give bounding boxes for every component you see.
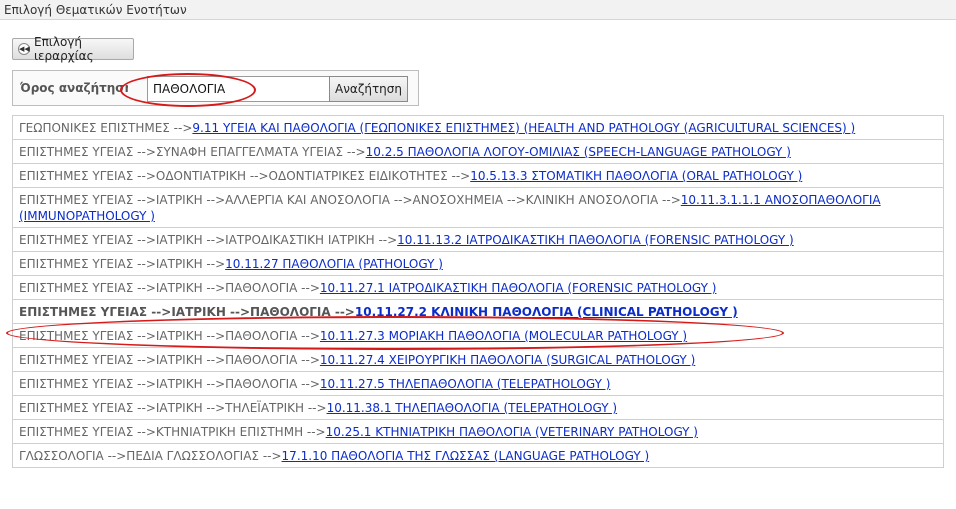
result-link[interactable]: 9.11 ΥΓΕΙΑ ΚΑΙ ΠΑΘΟΛΟΓΙΑ (ΓΕΩΠΟΝΙΚΕΣ ΕΠΙ…: [192, 121, 855, 135]
window-title: Επιλογή Θεματικών Ενοτήτων: [0, 0, 956, 20]
result-link[interactable]: 10.11.27.2 ΚΛΙΝΙΚΗ ΠΑΘΟΛΟΓΙΑ (CLINICAL P…: [355, 305, 738, 319]
result-path: ΕΠΙΣΤΗΜΕΣ ΥΓΕΙΑΣ -->ΚΤΗΝΙΑΤΡΙΚΗ ΕΠΙΣΤΗΜΗ…: [19, 425, 326, 439]
result-link[interactable]: 17.1.10 ΠΑΘΟΛΟΓΙΑ ΤΗΣ ΓΛΩΣΣΑΣ (LANGUAGE …: [282, 449, 650, 463]
result-path: ΕΠΙΣΤΗΜΕΣ ΥΓΕΙΑΣ -->ΙΑΤΡΙΚΗ -->: [19, 257, 226, 271]
result-path: ΕΠΙΣΤΗΜΕΣ ΥΓΕΙΑΣ -->ΙΑΤΡΙΚΗ -->ΠΑΘΟΛΟΓΙΑ…: [19, 353, 320, 367]
result-link[interactable]: 10.11.38.1 ΤΗΛΕΠΑΘΟΛΟΓΙΑ (TELEPATHOLOGY …: [327, 401, 618, 415]
result-path: ΕΠΙΣΤΗΜΕΣ ΥΓΕΙΑΣ -->ΙΑΤΡΙΚΗ -->ΠΑΘΟΛΟΓΙΑ…: [19, 377, 320, 391]
hierarchy-select-label: Επιλογή ιεραρχίας: [34, 35, 94, 63]
result-row: ΕΠΙΣΤΗΜΕΣ ΥΓΕΙΑΣ -->ΙΑΤΡΙΚΗ -->ΠΑΘΟΛΟΓΙΑ…: [12, 300, 944, 324]
result-row: ΓΛΩΣΣΟΛΟΓΙΑ -->ΠΕΔΙΑ ΓΛΩΣΣΟΛΟΓΙΑΣ -->17.…: [12, 444, 944, 468]
result-link[interactable]: 10.11.27.3 ΜΟΡΙΑΚΗ ΠΑΘΟΛΟΓΙΑ (MOLECULAR …: [320, 329, 687, 343]
result-path: ΕΠΙΣΤΗΜΕΣ ΥΓΕΙΑΣ -->ΙΑΤΡΙΚΗ -->ΠΑΘΟΛΟΓΙΑ…: [19, 281, 320, 295]
result-row: ΕΠΙΣΤΗΜΕΣ ΥΓΕΙΑΣ -->ΙΑΤΡΙΚΗ -->ΤΗΛΕΪΑΤΡΙ…: [12, 396, 944, 420]
result-row: ΕΠΙΣΤΗΜΕΣ ΥΓΕΙΑΣ -->ΙΑΤΡΙΚΗ -->ΑΛΛΕΡΓΙΑ …: [12, 188, 944, 228]
result-row: ΕΠΙΣΤΗΜΕΣ ΥΓΕΙΑΣ -->ΟΔΟΝΤΙΑΤΡΙΚΗ -->ΟΔΟΝ…: [12, 164, 944, 188]
result-path: ΕΠΙΣΤΗΜΕΣ ΥΓΕΙΑΣ -->ΙΑΤΡΙΚΗ -->ΤΗΛΕΪΑΤΡΙ…: [19, 401, 327, 415]
search-panel: Όρος αναζήτησης: Αναζήτηση: [12, 70, 419, 106]
result-link[interactable]: 10.5.13.3 ΣΤΟΜΑΤΙΚΗ ΠΑΘΟΛΟΓΙΑ (ORAL PATH…: [470, 169, 802, 183]
result-path: ΕΠΙΣΤΗΜΕΣ ΥΓΕΙΑΣ -->ΙΑΤΡΙΚΗ -->ΠΑΘΟΛΟΓΙΑ…: [19, 305, 355, 319]
result-row: ΕΠΙΣΤΗΜΕΣ ΥΓΕΙΑΣ -->ΚΤΗΝΙΑΤΡΙΚΗ ΕΠΙΣΤΗΜΗ…: [12, 420, 944, 444]
result-path: ΓΕΩΠΟΝΙΚΕΣ ΕΠΙΣΤΗΜΕΣ -->: [19, 121, 193, 135]
result-link[interactable]: 10.11.27 ΠΑΘΟΛΟΓΙΑ (PATHOLOGY ): [225, 257, 443, 271]
rewind-icon: ◀◀: [18, 43, 30, 55]
result-row: ΕΠΙΣΤΗΜΕΣ ΥΓΕΙΑΣ -->ΙΑΤΡΙΚΗ -->ΠΑΘΟΛΟΓΙΑ…: [12, 276, 944, 300]
result-row: ΕΠΙΣΤΗΜΕΣ ΥΓΕΙΑΣ -->ΙΑΤΡΙΚΗ -->ΙΑΤΡΟΔΙΚΑ…: [12, 228, 944, 252]
result-row: ΕΠΙΣΤΗΜΕΣ ΥΓΕΙΑΣ -->ΙΑΤΡΙΚΗ -->ΠΑΘΟΛΟΓΙΑ…: [12, 372, 944, 396]
result-link[interactable]: 10.2.5 ΠΑΘΟΛΟΓΙΑ ΛΟΓΟΥ-ΟΜΙΛΙΑΣ (SPEECH-L…: [366, 145, 791, 159]
hierarchy-select-button[interactable]: ◀◀ Επιλογή ιεραρχίας: [12, 35, 134, 63]
search-term-label: Όρος αναζήτησης:: [20, 81, 128, 95]
result-link[interactable]: 10.11.13.2 ΙΑΤΡΟΔΙΚΑΣΤΙΚΗ ΠΑΘΟΛΟΓΙΑ (FOR…: [397, 233, 794, 247]
result-path: ΓΛΩΣΣΟΛΟΓΙΑ -->ΠΕΔΙΑ ΓΛΩΣΣΟΛΟΓΙΑΣ -->: [19, 449, 282, 463]
results-list: ΓΕΩΠΟΝΙΚΕΣ ΕΠΙΣΤΗΜΕΣ -->9.11 ΥΓΕΙΑ ΚΑΙ Π…: [12, 115, 944, 468]
result-link[interactable]: 10.25.1 ΚΤΗΝΙΑΤΡΙΚΗ ΠΑΘΟΛΟΓΙΑ (VETERINAR…: [326, 425, 698, 439]
result-row: ΕΠΙΣΤΗΜΕΣ ΥΓΕΙΑΣ -->ΣΥΝΑΦΗ ΕΠΑΓΓΕΛΜΑΤΑ Υ…: [12, 140, 944, 164]
result-path: ΕΠΙΣΤΗΜΕΣ ΥΓΕΙΑΣ -->ΙΑΤΡΙΚΗ -->ΠΑΘΟΛΟΓΙΑ…: [19, 329, 320, 343]
search-button[interactable]: Αναζήτηση: [329, 76, 408, 102]
result-link[interactable]: 10.11.27.4 ΧΕΙΡΟΥΡΓΙΚΗ ΠΑΘΟΛΟΓΙΑ (SURGIC…: [320, 353, 695, 367]
result-row: ΕΠΙΣΤΗΜΕΣ ΥΓΕΙΑΣ -->ΙΑΤΡΙΚΗ -->ΠΑΘΟΛΟΓΙΑ…: [12, 324, 944, 348]
result-path: ΕΠΙΣΤΗΜΕΣ ΥΓΕΙΑΣ -->ΟΔΟΝΤΙΑΤΡΙΚΗ -->ΟΔΟΝ…: [19, 169, 471, 183]
result-path: ΕΠΙΣΤΗΜΕΣ ΥΓΕΙΑΣ -->ΣΥΝΑΦΗ ΕΠΑΓΓΕΛΜΑΤΑ Υ…: [19, 145, 366, 159]
search-input[interactable]: [147, 76, 330, 102]
result-path: ΕΠΙΣΤΗΜΕΣ ΥΓΕΙΑΣ -->ΙΑΤΡΙΚΗ -->ΙΑΤΡΟΔΙΚΑ…: [19, 233, 398, 247]
result-link[interactable]: 10.11.27.5 ΤΗΛΕΠΑΘΟΛΟΓΙΑ (TELEPATHOLOGY …: [320, 377, 611, 391]
result-path: ΕΠΙΣΤΗΜΕΣ ΥΓΕΙΑΣ -->ΙΑΤΡΙΚΗ -->ΑΛΛΕΡΓΙΑ …: [19, 193, 681, 207]
result-row: ΕΠΙΣΤΗΜΕΣ ΥΓΕΙΑΣ -->ΙΑΤΡΙΚΗ -->ΠΑΘΟΛΟΓΙΑ…: [12, 348, 944, 372]
result-row: ΓΕΩΠΟΝΙΚΕΣ ΕΠΙΣΤΗΜΕΣ -->9.11 ΥΓΕΙΑ ΚΑΙ Π…: [12, 116, 944, 140]
result-row: ΕΠΙΣΤΗΜΕΣ ΥΓΕΙΑΣ -->ΙΑΤΡΙΚΗ -->10.11.27 …: [12, 252, 944, 276]
result-link[interactable]: 10.11.27.1 ΙΑΤΡΟΔΙΚΑΣΤΙΚΗ ΠΑΘΟΛΟΓΙΑ (FOR…: [320, 281, 717, 295]
